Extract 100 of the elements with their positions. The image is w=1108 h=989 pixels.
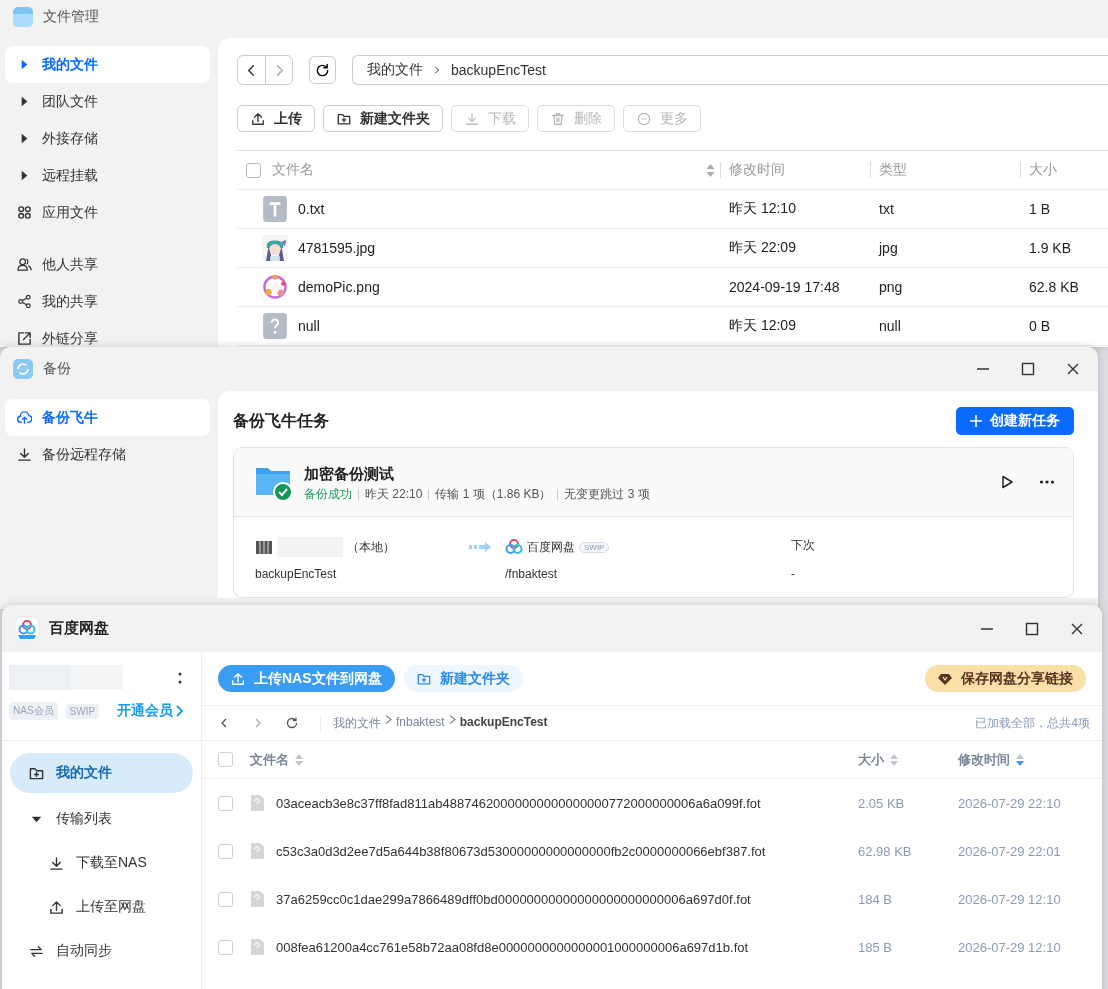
download-icon	[465, 111, 479, 126]
path-bar[interactable]: 我的文件 backupEncTest	[352, 55, 1108, 85]
sidebar-item[interactable]: 他人共享	[5, 246, 210, 283]
folder-icon	[416, 671, 431, 686]
table-cell-text: jpg	[877, 240, 899, 256]
file-name[interactable]: demoPic.png	[298, 279, 380, 295]
sidebar-item[interactable]: 外链分享	[5, 320, 210, 347]
unknown-file-icon	[262, 312, 288, 340]
maximize-icon[interactable]	[1025, 621, 1039, 636]
refresh-icon	[315, 62, 330, 78]
refresh-button[interactable]	[309, 56, 336, 84]
select-all-checkbox[interactable]	[218, 752, 233, 767]
file-icon	[250, 891, 264, 907]
sidebar-item[interactable]: 我的文件	[5, 46, 210, 83]
folder-icon	[337, 111, 351, 126]
row-checkbox[interactable]	[218, 891, 233, 907]
download-icon	[49, 855, 64, 871]
play-icon[interactable]	[999, 474, 1015, 490]
table-cell-text: 0 B	[1028, 318, 1051, 334]
text-file-icon	[262, 195, 288, 223]
window-title: 百度网盘	[49, 619, 109, 638]
backup-app-icon	[12, 358, 34, 380]
sync-icon	[29, 943, 44, 959]
chevron-icon	[175, 705, 184, 717]
row-checkbox[interactable]	[218, 795, 233, 811]
sidebar-item[interactable]: 备份远程存储	[5, 436, 210, 473]
breadcrumb-item[interactable]: fnbaktest	[396, 714, 445, 732]
sidebar-item[interactable]: 我的文件	[10, 753, 193, 793]
chevron-icon	[448, 714, 456, 724]
refresh-icon[interactable]	[286, 717, 298, 729]
sidebar-item[interactable]: 下载至NAS	[10, 841, 193, 885]
select-all-checkbox[interactable]	[246, 162, 261, 178]
chevron-icon	[385, 714, 392, 724]
table-cell-text: 昨天 12:09	[728, 317, 797, 335]
close-icon[interactable]	[1066, 362, 1080, 376]
row-checkbox[interactable]	[218, 843, 233, 859]
toolbar-button[interactable]: 新建文件夹	[323, 105, 443, 132]
column-header[interactable]: 文件名	[250, 750, 289, 769]
maximize-icon[interactable]	[1021, 362, 1035, 376]
sidebar-item[interactable]: 上传至网盘	[10, 885, 193, 929]
breadcrumb-item[interactable]: backupEncTest	[459, 714, 548, 732]
breadcrumb-item[interactable]: 我的文件	[367, 61, 423, 79]
sidebar-item[interactable]: 备份飞牛	[5, 399, 210, 436]
section-title: 备份飞牛任务	[233, 410, 329, 431]
people-icon	[17, 257, 32, 272]
save-share-link-button[interactable]: 保存网盘分享链接	[925, 665, 1086, 692]
diamond-icon	[938, 671, 952, 686]
table-cell-text: null	[878, 318, 902, 334]
upload-icon	[251, 111, 265, 126]
sidebar-item[interactable]: 我的共享	[5, 283, 210, 320]
table-cell-text: 2026-07-29 12:10	[958, 939, 1062, 955]
upload-icon	[49, 899, 64, 915]
file-icon	[250, 939, 264, 955]
file-name[interactable]: 4781595.jpg	[298, 240, 376, 256]
more-icon[interactable]	[178, 671, 182, 684]
source-path: backupEncTest	[255, 567, 338, 581]
sort-icon[interactable]	[1016, 753, 1024, 766]
file-name[interactable]: 03aceacb3e8c37ff8fad811ab48874620000000000000000772000000006a6a099f.fot	[276, 795, 761, 811]
skipped-info: 无变更跳过 3 项	[557, 488, 656, 500]
source-label: （本地）	[347, 538, 395, 556]
table-cell-text: 62.8 KB	[1028, 279, 1080, 295]
file-name[interactable]: 008fea61200a4cc761e58b72aa08fd8e0000000000000001000000006a697d1b.fot	[276, 939, 749, 955]
table-cell-text: 184 B	[858, 891, 893, 907]
sidebar-item[interactable]: 远程挂载	[5, 157, 210, 194]
table-cell-text: txt	[878, 201, 895, 217]
chevron-icon	[433, 66, 441, 74]
sidebar-item[interactable]: 应用文件	[5, 194, 210, 231]
toolbar-button[interactable]: 上传	[237, 105, 315, 132]
destination-name: 百度网盘	[527, 538, 575, 556]
destination-path: /fnbaktest	[505, 567, 559, 581]
window-title: 备份	[43, 360, 71, 378]
table-cell-text: 2026-07-29 22:10	[958, 795, 1062, 811]
row-checkbox[interactable]	[218, 939, 233, 955]
breadcrumb-item[interactable]: 我的文件	[333, 714, 381, 732]
window-title: 文件管理	[43, 8, 99, 26]
table-cell-text: 昨天 12:10	[728, 200, 797, 218]
file-name[interactable]: 37a6259cc0c1dae299a7866489dff0bd00000000000000000000000006a697d0f.fot	[276, 891, 751, 907]
table-cell-text: 62.98 KB	[858, 843, 913, 859]
file-name[interactable]: c53c3a0d3d2ee7d5a644b38f80673d53000000000000000fb2c0000000066ebf387.fot	[276, 843, 766, 859]
sidebar-item[interactable]: 传输列表	[10, 797, 193, 841]
folder-app-icon	[12, 6, 34, 28]
member-badge: NAS会员	[9, 702, 58, 720]
arrow-icon	[469, 542, 493, 552]
file-name[interactable]: 0.txt	[298, 201, 325, 217]
close-icon[interactable]	[1070, 621, 1084, 636]
task-time: 昨天 22:10	[358, 488, 429, 500]
table-cell-text: 1 B	[1028, 201, 1051, 217]
breadcrumb-item[interactable]: backupEncTest	[451, 62, 546, 78]
column-header[interactable]: 修改时间	[958, 750, 1010, 769]
sort-icon[interactable]	[706, 163, 715, 177]
folder-icon	[29, 765, 44, 781]
column-header[interactable]: 大小	[858, 750, 884, 769]
create-task-button[interactable]: 创建新任务	[956, 407, 1074, 435]
sidebar-item[interactable]: 团队文件	[5, 83, 210, 120]
file-icon	[250, 795, 264, 811]
cloud-app-icon	[14, 615, 40, 642]
sidebar-item[interactable]: 自动同步	[10, 929, 193, 973]
file-name[interactable]: null	[298, 318, 320, 334]
table-cell-text: 2.05 KB	[858, 795, 906, 811]
sidebar-item[interactable]: 外接存储	[5, 120, 210, 157]
